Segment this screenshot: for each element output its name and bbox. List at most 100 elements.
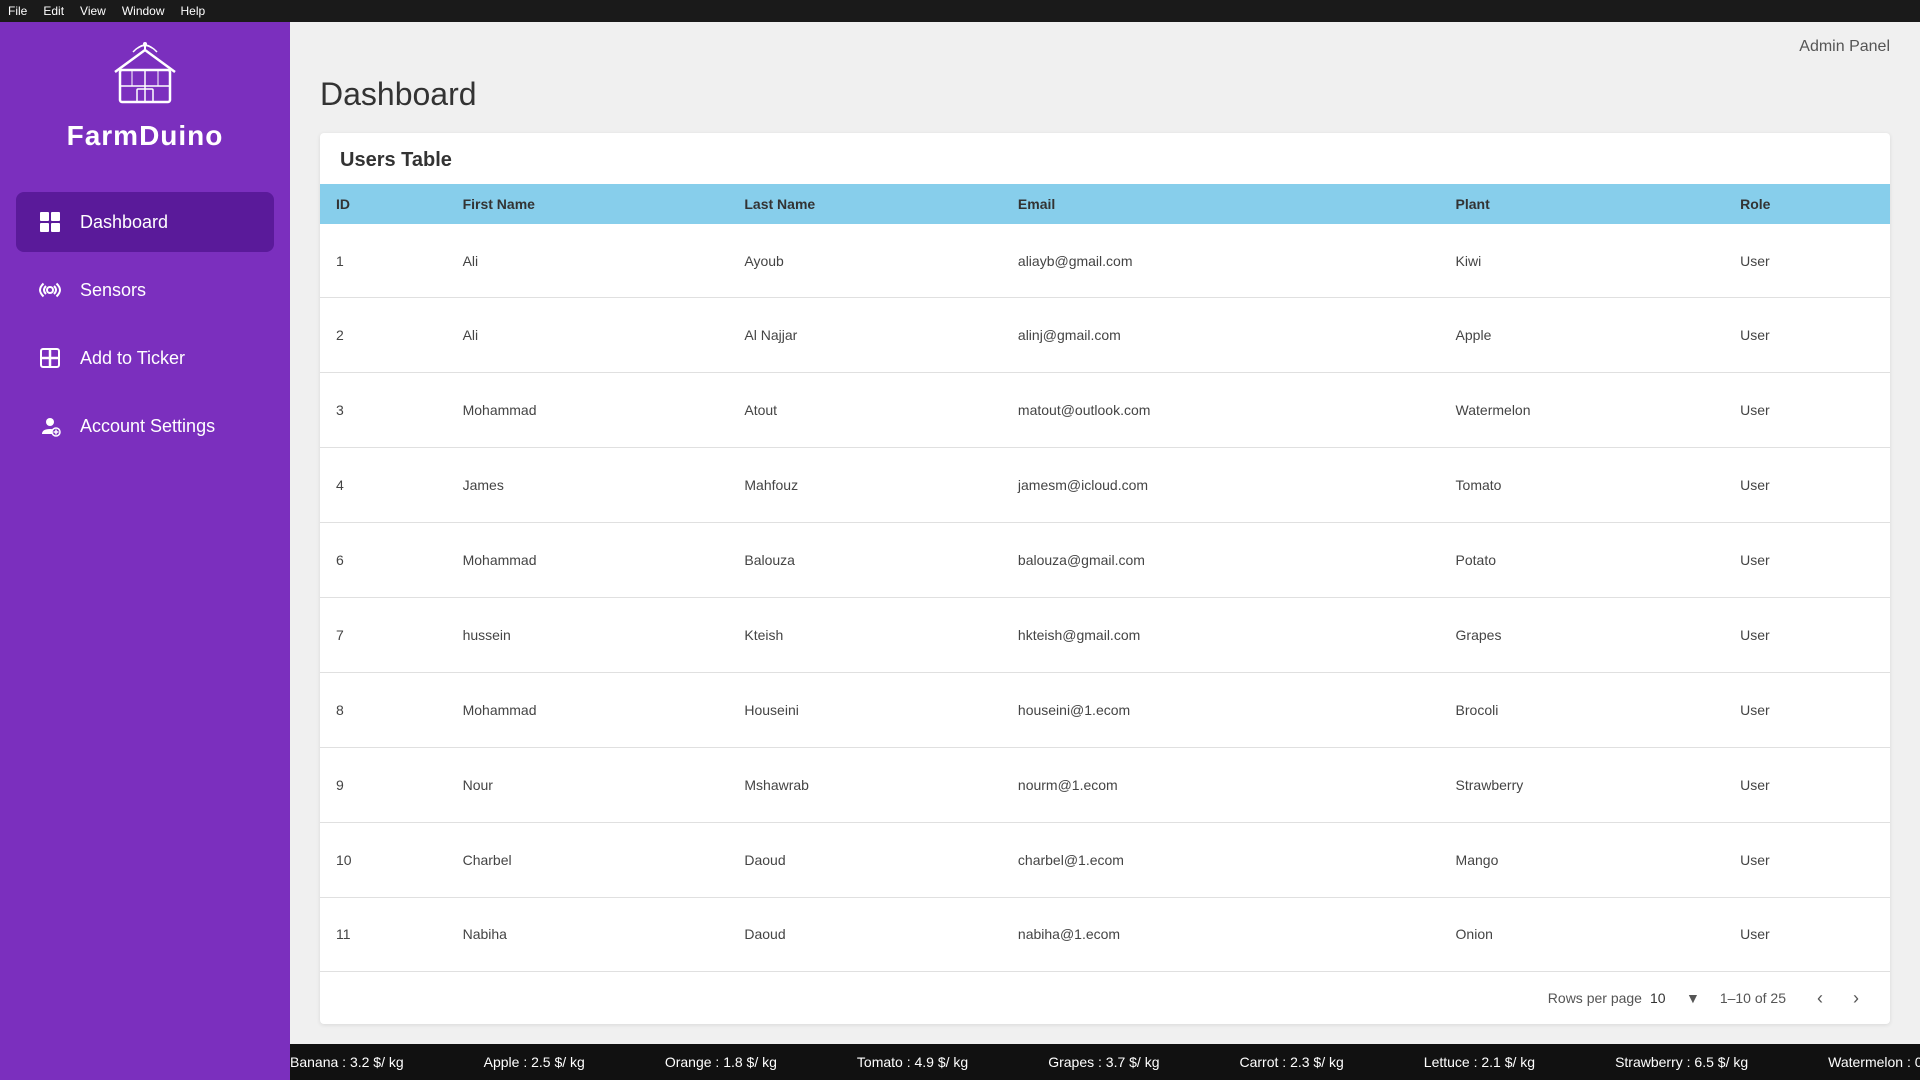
cell-last: Mshawrab bbox=[728, 747, 1002, 822]
sidebar-label-add-ticker: Add to Ticker bbox=[80, 348, 185, 369]
add-ticker-icon bbox=[36, 344, 64, 372]
cell-id: 9 bbox=[320, 747, 447, 822]
sidebar-label-dashboard: Dashboard bbox=[80, 212, 168, 233]
top-bar: Admin Panel bbox=[290, 22, 1920, 56]
table-row[interactable]: 4JamesMahfouzjamesm@icloud.comTomatoUser bbox=[320, 448, 1890, 523]
ticker-item: Grapes : 3.7 $/ kg bbox=[1048, 1054, 1159, 1070]
cell-id: 6 bbox=[320, 523, 447, 598]
rows-per-page: Rows per page 10 25 50 ▼ bbox=[1548, 990, 1700, 1006]
cell-last: Al Najjar bbox=[728, 298, 1002, 373]
sidebar: FarmDuino Dashboard bbox=[0, 22, 290, 1080]
admin-panel-label: Admin Panel bbox=[1799, 38, 1890, 56]
rows-per-page-label: Rows per page bbox=[1548, 990, 1642, 1006]
cell-last: Ayoub bbox=[728, 224, 1002, 298]
cell-role: User bbox=[1724, 822, 1890, 897]
col-first-name: First Name bbox=[447, 184, 729, 224]
cell-email: jamesm@icloud.com bbox=[1002, 448, 1440, 523]
cell-id: 10 bbox=[320, 822, 447, 897]
cell-plant: Potato bbox=[1440, 523, 1725, 598]
cell-first: Ali bbox=[447, 224, 729, 298]
cell-plant: Watermelon bbox=[1440, 373, 1725, 448]
cell-role: User bbox=[1724, 672, 1890, 747]
next-page-button[interactable]: › bbox=[1842, 984, 1870, 1012]
cell-first: Nabiha bbox=[447, 897, 729, 971]
cell-plant: Mango bbox=[1440, 822, 1725, 897]
menu-help[interactable]: Help bbox=[181, 4, 206, 18]
content-area: Admin Panel Dashboard Users Table ID Fir… bbox=[290, 22, 1920, 1080]
sidebar-item-account-settings[interactable]: Account Settings bbox=[16, 396, 274, 456]
account-settings-icon bbox=[36, 412, 64, 440]
cell-plant: Apple bbox=[1440, 298, 1725, 373]
cell-email: matout@outlook.com bbox=[1002, 373, 1440, 448]
table-section: Users Table ID First Name Last Name Emai… bbox=[320, 133, 1890, 1024]
page-title: Dashboard bbox=[320, 76, 1890, 113]
menu-view[interactable]: View bbox=[80, 4, 106, 18]
nav-items: Dashboard Sensors bbox=[0, 192, 290, 456]
ticker-item: Carrot : 2.3 $/ kg bbox=[1240, 1054, 1344, 1070]
menu-window[interactable]: Window bbox=[122, 4, 165, 18]
content-body: Dashboard Users Table ID First Name Last… bbox=[290, 56, 1920, 1044]
cell-plant: Kiwi bbox=[1440, 224, 1725, 298]
table-row[interactable]: 11NabihaDaoudnabiha@1.ecomOnionUser bbox=[320, 897, 1890, 971]
cell-id: 4 bbox=[320, 448, 447, 523]
ticker-item: Lettuce : 2.1 $/ kg bbox=[1424, 1054, 1535, 1070]
table-title: Users Table bbox=[320, 133, 1890, 184]
cell-last: Daoud bbox=[728, 822, 1002, 897]
sidebar-item-dashboard[interactable]: Dashboard bbox=[16, 192, 274, 252]
sidebar-item-sensors[interactable]: Sensors bbox=[16, 260, 274, 320]
prev-page-button[interactable]: ‹ bbox=[1806, 984, 1834, 1012]
pagination-nav: ‹ › bbox=[1806, 984, 1870, 1012]
rows-per-page-select[interactable]: 10 25 50 bbox=[1650, 990, 1682, 1006]
cell-plant: Tomato bbox=[1440, 448, 1725, 523]
col-role: Role bbox=[1724, 184, 1890, 224]
cell-role: User bbox=[1724, 597, 1890, 672]
rows-select-wrapper[interactable]: 10 25 50 ▼ bbox=[1650, 990, 1700, 1006]
cell-email: balouza@gmail.com bbox=[1002, 523, 1440, 598]
table-row[interactable]: 8MohammadHouseinihouseini@1.ecomBrocoliU… bbox=[320, 672, 1890, 747]
menu-bar: File Edit View Window Help bbox=[0, 0, 1920, 22]
users-table: ID First Name Last Name Email Plant Role… bbox=[320, 184, 1890, 971]
cell-email: houseini@1.ecom bbox=[1002, 672, 1440, 747]
cell-last: Atout bbox=[728, 373, 1002, 448]
table-row[interactable]: 1AliAyoubaliayb@gmail.comKiwiUser bbox=[320, 224, 1890, 298]
menu-edit[interactable]: Edit bbox=[43, 4, 64, 18]
cell-plant: Strawberry bbox=[1440, 747, 1725, 822]
cell-first: Mohammad bbox=[447, 672, 729, 747]
cell-role: User bbox=[1724, 298, 1890, 373]
cell-plant: Brocoli bbox=[1440, 672, 1725, 747]
cell-email: charbel@1.ecom bbox=[1002, 822, 1440, 897]
ticker-item: Tomato : 4.9 $/ kg bbox=[857, 1054, 968, 1070]
table-row[interactable]: 9NourMshawrabnourm@1.ecomStrawberryUser bbox=[320, 747, 1890, 822]
logo-icon bbox=[110, 42, 180, 112]
cell-email: hkteish@gmail.com bbox=[1002, 597, 1440, 672]
table-row[interactable]: 7husseinKteishhkteish@gmail.comGrapesUse… bbox=[320, 597, 1890, 672]
sidebar-label-sensors: Sensors bbox=[80, 280, 146, 301]
ticker-item: Orange : 1.8 $/ kg bbox=[665, 1054, 777, 1070]
table-row[interactable]: 3MohammadAtoutmatout@outlook.comWatermel… bbox=[320, 373, 1890, 448]
cell-email: alinj@gmail.com bbox=[1002, 298, 1440, 373]
cell-id: 8 bbox=[320, 672, 447, 747]
col-email: Email bbox=[1002, 184, 1440, 224]
ticker-item: Banana : 3.2 $/ kg bbox=[290, 1054, 404, 1070]
cell-last: Mahfouz bbox=[728, 448, 1002, 523]
cell-plant: Onion bbox=[1440, 897, 1725, 971]
col-plant: Plant bbox=[1440, 184, 1725, 224]
col-last-name: Last Name bbox=[728, 184, 1002, 224]
cell-first: Charbel bbox=[447, 822, 729, 897]
table-row[interactable]: 6MohammadBalouzabalouza@gmail.comPotatoU… bbox=[320, 523, 1890, 598]
table-row[interactable]: 10CharbelDaoudcharbel@1.ecomMangoUser bbox=[320, 822, 1890, 897]
chevron-down-icon: ▼ bbox=[1686, 990, 1700, 1006]
dashboard-icon bbox=[36, 208, 64, 236]
sidebar-label-account-settings: Account Settings bbox=[80, 416, 215, 437]
cell-role: User bbox=[1724, 747, 1890, 822]
main-layout: FarmDuino Dashboard bbox=[0, 22, 1920, 1080]
ticker-track: Banana : 3.2 $/ kgApple : 2.5 $/ kgOrang… bbox=[290, 1054, 1920, 1070]
menu-file[interactable]: File bbox=[8, 4, 27, 18]
ticker: Banana : 3.2 $/ kgApple : 2.5 $/ kgOrang… bbox=[290, 1044, 1920, 1080]
cell-last: Houseini bbox=[728, 672, 1002, 747]
cell-role: User bbox=[1724, 448, 1890, 523]
cell-plant: Grapes bbox=[1440, 597, 1725, 672]
sidebar-item-add-ticker[interactable]: Add to Ticker bbox=[16, 328, 274, 388]
cell-id: 2 bbox=[320, 298, 447, 373]
table-row[interactable]: 2AliAl Najjaralinj@gmail.comAppleUser bbox=[320, 298, 1890, 373]
